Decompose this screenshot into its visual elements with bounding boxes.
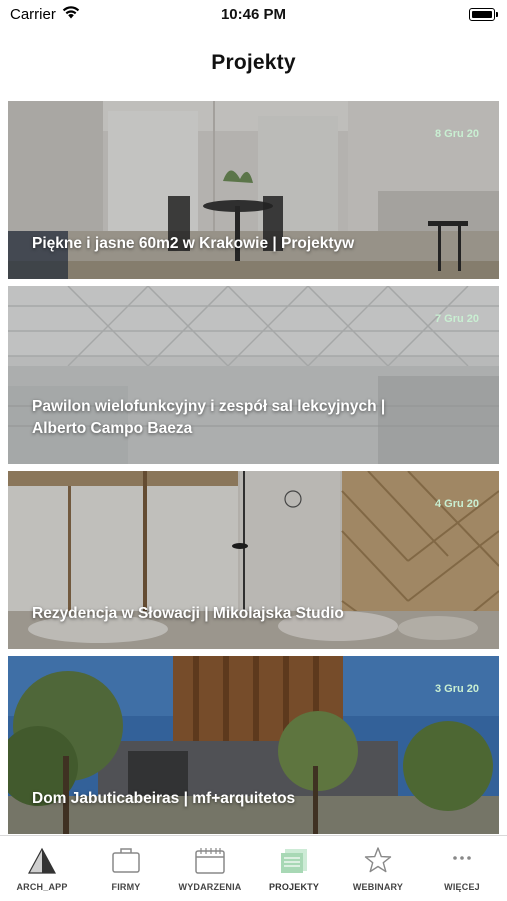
clock: 10:46 PM: [220, 6, 287, 23]
tab-label: FIRMY: [111, 882, 141, 892]
arch-logo-icon: [27, 847, 57, 874]
star-icon: [364, 847, 392, 873]
tab-projekty[interactable]: PROJEKTY: [252, 836, 336, 901]
documents-icon: [281, 849, 307, 873]
calendar-icon: [195, 848, 225, 874]
tab-wydarzenia[interactable]: WYDARZENIA: [168, 836, 252, 901]
tab-label: WEBINARY: [352, 882, 404, 892]
project-card[interactable]: 3 Gru 20 Dom Jabuticabeiras | mf+arquite…: [8, 656, 499, 834]
project-title: Dom Jabuticabeiras | mf+arquitetos: [32, 790, 296, 807]
project-date: 7 Gru 20: [434, 313, 479, 325]
tab-label: PROJEKTY: [268, 882, 320, 892]
project-card[interactable]: 7 Gru 20 Pawilon wielofunkcyjny i zespół…: [8, 286, 499, 464]
project-date: 4 Gru 20: [434, 498, 479, 510]
project-date: 8 Gru 20: [434, 128, 479, 140]
status-bar: Carrier 10:46 PM: [0, 0, 507, 30]
tab-firmy[interactable]: FIRMY: [84, 836, 168, 901]
briefcase-icon: [112, 848, 140, 873]
page-title: Projekty: [211, 51, 296, 74]
project-card[interactable]: 8 Gru 20 Piękne i jasne 60m2 w Krakowie …: [8, 101, 499, 279]
tab-label: ARCH_APP: [16, 882, 68, 892]
tab-label: WYDARZENIA: [178, 882, 242, 892]
tab-webinary[interactable]: WEBINARY: [336, 836, 420, 901]
project-title: Rezydencja w Słowacji | Mikolajska Studi…: [32, 605, 344, 622]
tab-wiecej[interactable]: WIĘCEJ: [420, 836, 504, 901]
tab-arch-app[interactable]: ARCH_APP: [0, 836, 84, 901]
tab-label: WIĘCEJ: [444, 882, 480, 892]
project-date: 3 Gru 20: [434, 683, 479, 695]
tab-bar: ARCH_APP FIRMY WYDARZENIA PROJEKTY WEBIN…: [0, 835, 507, 901]
project-card[interactable]: 4 Gru 20 Rezydencja w Słowacji | Mikolaj…: [8, 471, 499, 649]
project-title: Pawilon wielofunkcyjny i zespół sal lekc…: [32, 398, 386, 437]
battery-icon: [469, 8, 498, 21]
project-title: Piękne i jasne 60m2 w Krakowie | Projekt…: [32, 235, 355, 252]
more-icon: [453, 856, 471, 860]
